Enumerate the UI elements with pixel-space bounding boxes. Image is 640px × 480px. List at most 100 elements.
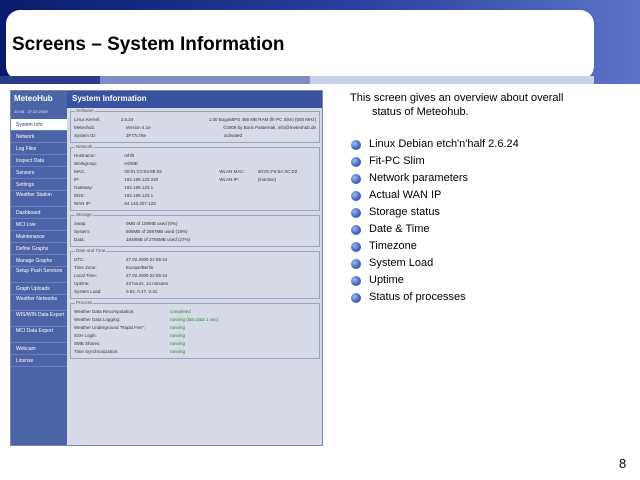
info-value: 1849MB of 2756MB used (27%) [126,237,191,242]
screenshot-nav-item: Network [11,131,67,143]
info-row: SMB Shares: running [74,340,316,348]
info-label [219,200,258,208]
bullet-dot-icon [351,276,361,286]
slide-title: Screens – System Information [12,34,285,55]
info-label: SSH Login: [74,333,97,338]
info-value [258,192,316,200]
page-number: 8 [619,456,627,471]
screenshot-nav-item: Webcam [11,343,67,355]
info-label: Swap: [74,221,87,226]
fieldset-network: Network Hostname: mhfit Workgroup: HOME MAC:… [70,144,320,211]
info-value: running [170,349,186,354]
bullet-dot-icon [351,225,361,235]
info-label [219,152,258,160]
bullet-text: Status of processes [369,291,466,303]
screenshot-nav-item: Maintenance [11,231,67,243]
screenshot-nav-item: License [11,355,67,367]
header-bar-dark [0,76,100,84]
bullet-dot-icon [351,140,361,150]
info-label [219,192,258,200]
info-row: SSH Login: running [74,332,316,340]
feature-bullet-list: Linux Debian etch'n'half 2.6.24 Fit-PC Sl… [350,136,600,306]
info-value: running [170,341,186,346]
info-value: 27.02.2009 21:55:43 [126,257,168,262]
info-value [258,200,316,208]
info-label: Uptime: [74,281,90,286]
feature-bullet: Status of processes [350,289,600,306]
info-label: Weather Data Recomputation: [74,309,135,314]
info-label: WLAN IP: [219,177,239,182]
screenshot-nav-item: Setup Push Services [11,267,67,283]
info-label: System: [74,229,91,234]
info-row: Data: 1849MB of 2756MB used (27%) [74,236,316,244]
info-value: 192.168.123.1 [124,185,154,190]
info-label [219,184,258,192]
feature-bullet: System Load [350,255,600,272]
info-row: Uptime: 23 hours, 14 minutes [74,280,316,288]
info-label: 1.00 BogoMIPS 456 MB RAM (fit-PC Slim) (… [208,117,316,122]
info-row: System ID: 3F77c78e activated [74,132,316,140]
meteohub-logo: MeteoHub [14,94,53,103]
info-row: MAC: 00:01:C0:04:9E:02 WLAN MAC: 00:0C:F6:5… [74,168,316,176]
info-row: Workgroup: HOME [74,160,316,168]
info-row: DNS: 192.168.123.1 [74,192,316,200]
header-bar-light [310,76,594,84]
bullet-dot-icon [351,191,361,201]
info-label: Workgroup: [74,161,98,166]
description-line-1: This screen gives an overview about over… [350,92,564,104]
info-value: Europe/Berlin [126,265,154,270]
info-value: 0MB of 109MB used (0%) [126,221,178,226]
fieldset-legend: Network [75,144,94,149]
screenshot-page-title: System Information [72,94,147,103]
feature-bullet: Date & Time [350,221,600,238]
bullet-text: Timezone [369,240,417,252]
info-row: IP: 192.168.123.220 WLAN IP: (inactive) [74,176,316,184]
bullet-dot-icon [351,293,361,303]
info-value: 192.168.123.1 [124,193,154,198]
bullet-text: Actual WAN IP [369,189,442,201]
info-value: 3F77c78e [126,133,147,138]
info-value: running [170,325,186,330]
fieldset-legend: Software [75,108,95,113]
screenshot-nav-item: MCI Live [11,219,67,231]
info-row: Local Time: 27.02.2009 22:55:43 [74,272,316,280]
info-row: Weather Underground "Rapid Fire": running [74,324,316,332]
info-label: Meteohub: [74,125,96,130]
header-bar-mid [100,76,310,84]
bullet-dot-icon [351,208,361,218]
info-value: HOME [124,161,138,166]
info-value: 00:0C:F6:5A:3C:D2 [257,169,298,174]
info-label: Data: [74,237,85,242]
info-value: running [170,333,186,338]
bullet-text: Uptime [369,274,404,286]
fieldset-software: Software Linux Kernel: 2.6.24 1.00 BogoMIP… [70,108,320,143]
screenshot-nav-item: WIS/WIN Data Export [11,311,67,327]
info-value: 192.168.123.220 [124,177,159,182]
feature-bullet: Uptime [350,272,600,289]
screenshot-nav-item: Settings [11,179,67,191]
info-value: 0.52, 0.47, 0.31 [126,289,158,294]
screenshot-nav-item: Inspect Data [11,155,67,167]
info-row: System Load: 0.52, 0.47, 0.31 [74,288,316,296]
info-label: Local Time: [74,273,98,278]
fieldset-process: Process Weather Data Recomputation: compl… [70,300,320,359]
info-label: Weather Data Logging: [74,317,121,322]
info-row: System: 506MB of 2597MB used (18%) [74,228,316,236]
screenshot-nav-item: Graph Uploads [11,283,67,295]
info-label: Weather Underground "Rapid Fire": [74,325,145,330]
info-label: Time Zone: [74,265,97,270]
info-label: ©2009 by Boris Pasternak, info@meteohub.… [223,125,316,130]
info-value: 2.6.24 [120,117,134,122]
bullet-text: Date & Time [369,223,430,235]
info-label: DNS: [74,193,85,198]
fieldset-legend: Storage [75,212,93,217]
screenshot-nav-item: Sensors [11,167,67,179]
info-row: Linux Kernel: 2.6.24 1.00 BogoMIPS 456 MB … [74,116,316,124]
info-value: Version 4.1e [125,125,151,130]
feature-bullet: Actual WAN IP [350,187,600,204]
info-label [219,160,258,168]
info-row: Gateway: 192.168.123.1 [74,184,316,192]
info-value [258,152,316,160]
info-label: Linux Kernel: [74,117,101,122]
fieldset-legend: Process [75,300,94,305]
